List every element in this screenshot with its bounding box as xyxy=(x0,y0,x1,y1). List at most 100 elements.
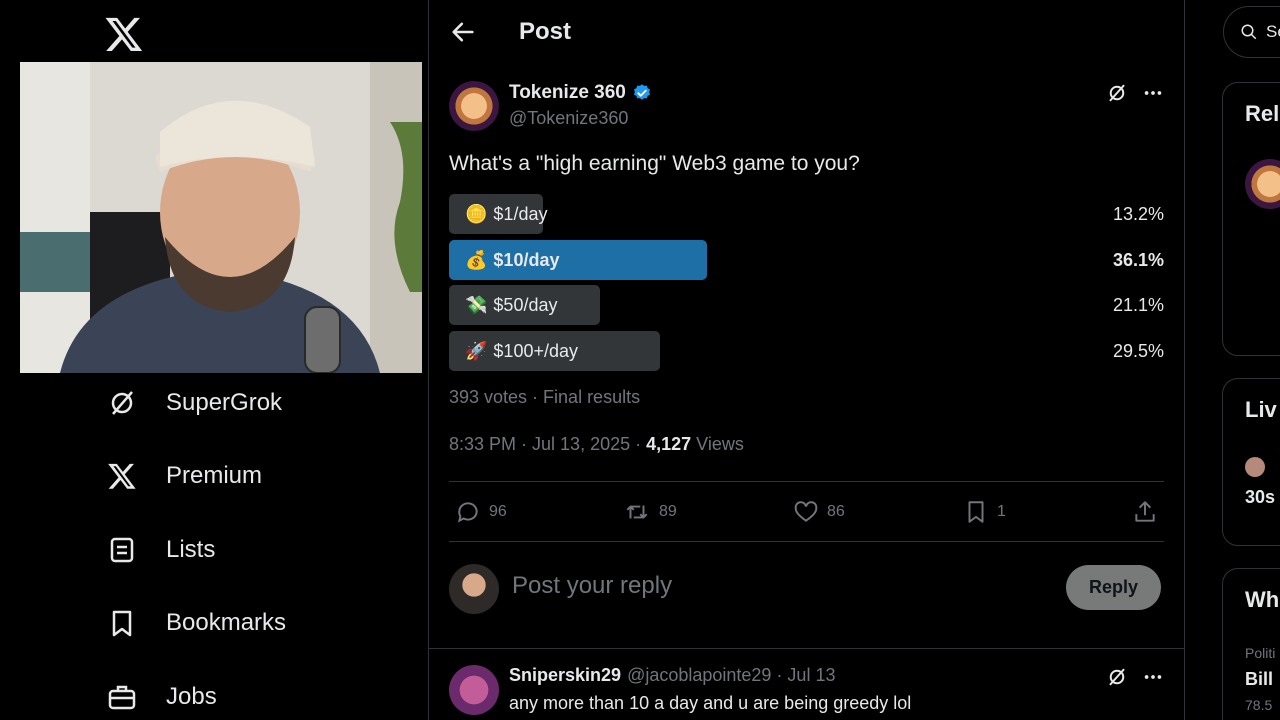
poll-option-text: $100+/day xyxy=(493,340,578,361)
like-action[interactable]: 86 xyxy=(793,494,845,530)
poll-option-label: 🚀 $100+/day xyxy=(465,331,578,371)
trend-count: 78.5 xyxy=(1245,697,1273,713)
repost-icon xyxy=(626,505,648,519)
nav-label-premium: Premium xyxy=(166,462,263,489)
divider xyxy=(449,541,1164,542)
poll-option: 🪙 $1/day 13.2% xyxy=(449,194,1164,234)
reply-count: 96 xyxy=(489,503,507,520)
comment-author-name[interactable]: Sniperskin29 xyxy=(509,665,621,686)
post-text: What's a "high earning" Web3 game to you… xyxy=(449,152,860,175)
supergrok-icon xyxy=(106,387,138,419)
author-handle[interactable]: @Tokenize360 xyxy=(509,108,628,129)
poll-option: 💰 $10/day 36.1% xyxy=(449,240,1164,280)
author-avatar[interactable] xyxy=(449,81,499,131)
nav-label-lists: Lists xyxy=(166,536,216,563)
more-options-icon[interactable] xyxy=(1142,666,1164,688)
post-action-bar: 96 89 86 1 xyxy=(449,494,1164,530)
more-options-icon[interactable] xyxy=(1142,82,1164,104)
bookmark-action[interactable]: 1 xyxy=(963,494,1006,530)
grok-icon[interactable] xyxy=(1106,666,1128,688)
comment-text: any more than 10 a day and u are being g… xyxy=(509,693,912,713)
verified-badge-icon xyxy=(633,84,650,100)
webcam-overlay xyxy=(20,62,422,373)
poll-option-emoji: 🚀 xyxy=(465,340,488,361)
trend-category: Politi xyxy=(1245,645,1276,661)
bookmark-count: 1 xyxy=(997,503,1006,520)
post-time[interactable]: 8:33 PM · Jul 13, 2025 · xyxy=(449,434,646,454)
suggested-avatar[interactable] xyxy=(1245,159,1280,209)
whats-happening-card: Wh Politi Bill 78.5 xyxy=(1222,568,1280,720)
nav-item-premium[interactable]: Premium xyxy=(106,454,262,498)
live-avatar xyxy=(1245,457,1265,477)
trend-title[interactable]: Bill xyxy=(1245,669,1273,690)
share-action[interactable] xyxy=(1132,494,1158,530)
divider xyxy=(429,648,1184,649)
reply-action[interactable]: 96 xyxy=(455,494,507,530)
poll-option: 💸 $50/day 21.1% xyxy=(449,285,1164,325)
poll-option-label: 💸 $50/day xyxy=(465,285,557,325)
post-timestamp: 8:33 PM · Jul 13, 2025 · 4,127 Views xyxy=(449,434,744,455)
poll-option-percent: 21.1% xyxy=(1112,294,1164,315)
post-top-actions xyxy=(1106,82,1164,104)
views-label: Views xyxy=(691,434,744,454)
repost-action[interactable]: 89 xyxy=(623,494,677,530)
nav-label-bookmarks: Bookmarks xyxy=(166,609,287,636)
lists-icon xyxy=(106,534,138,566)
live-card: Liv 30s xyxy=(1222,378,1280,546)
poll-option-emoji: 🪙 xyxy=(465,203,488,224)
poll-option-percent: 29.5% xyxy=(1112,340,1164,361)
author-name[interactable]: Tokenize 360 xyxy=(509,82,652,104)
nav-label-jobs: Jobs xyxy=(166,683,217,710)
nav-item-supergrok[interactable]: SuperGrok xyxy=(106,381,282,425)
poll-option-label: 💰 $10/day xyxy=(465,240,559,280)
poll-option: 🚀 $100+/day 29.5% xyxy=(449,331,1164,371)
heart-icon xyxy=(794,501,818,522)
back-arrow-icon[interactable] xyxy=(449,18,477,46)
comment-avatar[interactable] xyxy=(449,665,499,715)
x-logo-icon xyxy=(106,460,138,492)
repost-count: 89 xyxy=(659,503,677,520)
page-title: Post xyxy=(519,18,572,45)
divider xyxy=(449,481,1164,482)
reply-button[interactable]: Reply xyxy=(1066,565,1161,610)
comment-header: Sniperskin29 @jacoblapointe29 · Jul 13 xyxy=(509,665,835,686)
grok-icon[interactable] xyxy=(1106,82,1128,104)
nav-item-jobs[interactable]: Jobs xyxy=(106,675,217,719)
poll-option-text: $10/day xyxy=(493,249,560,270)
poll-option-text: $50/day xyxy=(493,294,558,315)
search-icon xyxy=(1241,24,1257,40)
comment-top-actions xyxy=(1106,666,1164,688)
current-user-avatar[interactable] xyxy=(449,564,499,614)
nav-item-lists[interactable]: Lists xyxy=(106,528,215,572)
search-placeholder: Se xyxy=(1266,22,1280,41)
bookmark-icon xyxy=(968,501,984,523)
comment-handle-time[interactable]: @jacoblapointe29 · Jul 13 xyxy=(627,665,835,686)
left-sidebar: SuperGrok Premium Lists Bookmarks Jobs xyxy=(0,0,428,720)
live-item-text[interactable]: 30s xyxy=(1245,487,1275,508)
right-sidebar: Se Rel Liv 30s Wh Politi Bill 78.5 xyxy=(1185,0,1280,720)
card-title: Wh xyxy=(1245,587,1280,612)
poll-option-text: $1/day xyxy=(493,203,548,224)
share-icon xyxy=(1135,501,1155,522)
reply-input[interactable]: Post your reply xyxy=(512,572,672,600)
poll-option-emoji: 💰 xyxy=(465,249,488,270)
reply-icon xyxy=(457,502,478,523)
card-title: Rel xyxy=(1245,101,1280,126)
poll-option-label: 🪙 $1/day xyxy=(465,194,547,234)
briefcase-icon xyxy=(106,681,138,713)
views-count: 4,127 xyxy=(646,434,692,454)
poll-option-percent: 36.1% xyxy=(1112,249,1164,270)
nav-label-supergrok: SuperGrok xyxy=(166,389,283,416)
like-count: 86 xyxy=(827,503,845,520)
author-name-text: Tokenize 360 xyxy=(509,82,626,103)
post-detail-column: Post Tokenize 360 @Tokenize360 What's a … xyxy=(429,0,1184,720)
poll-option-emoji: 💸 xyxy=(465,294,488,315)
nav-item-bookmarks[interactable]: Bookmarks xyxy=(106,601,286,645)
poll-votes-summary: 393 votes · Final results xyxy=(449,387,641,407)
poll-option-percent: 13.2% xyxy=(1112,203,1164,224)
relevant-people-card: Rel xyxy=(1222,82,1280,356)
search-input[interactable]: Se xyxy=(1223,6,1280,58)
card-title: Liv xyxy=(1245,397,1277,422)
x-logo-icon[interactable] xyxy=(104,14,144,54)
bookmark-icon xyxy=(106,607,138,639)
